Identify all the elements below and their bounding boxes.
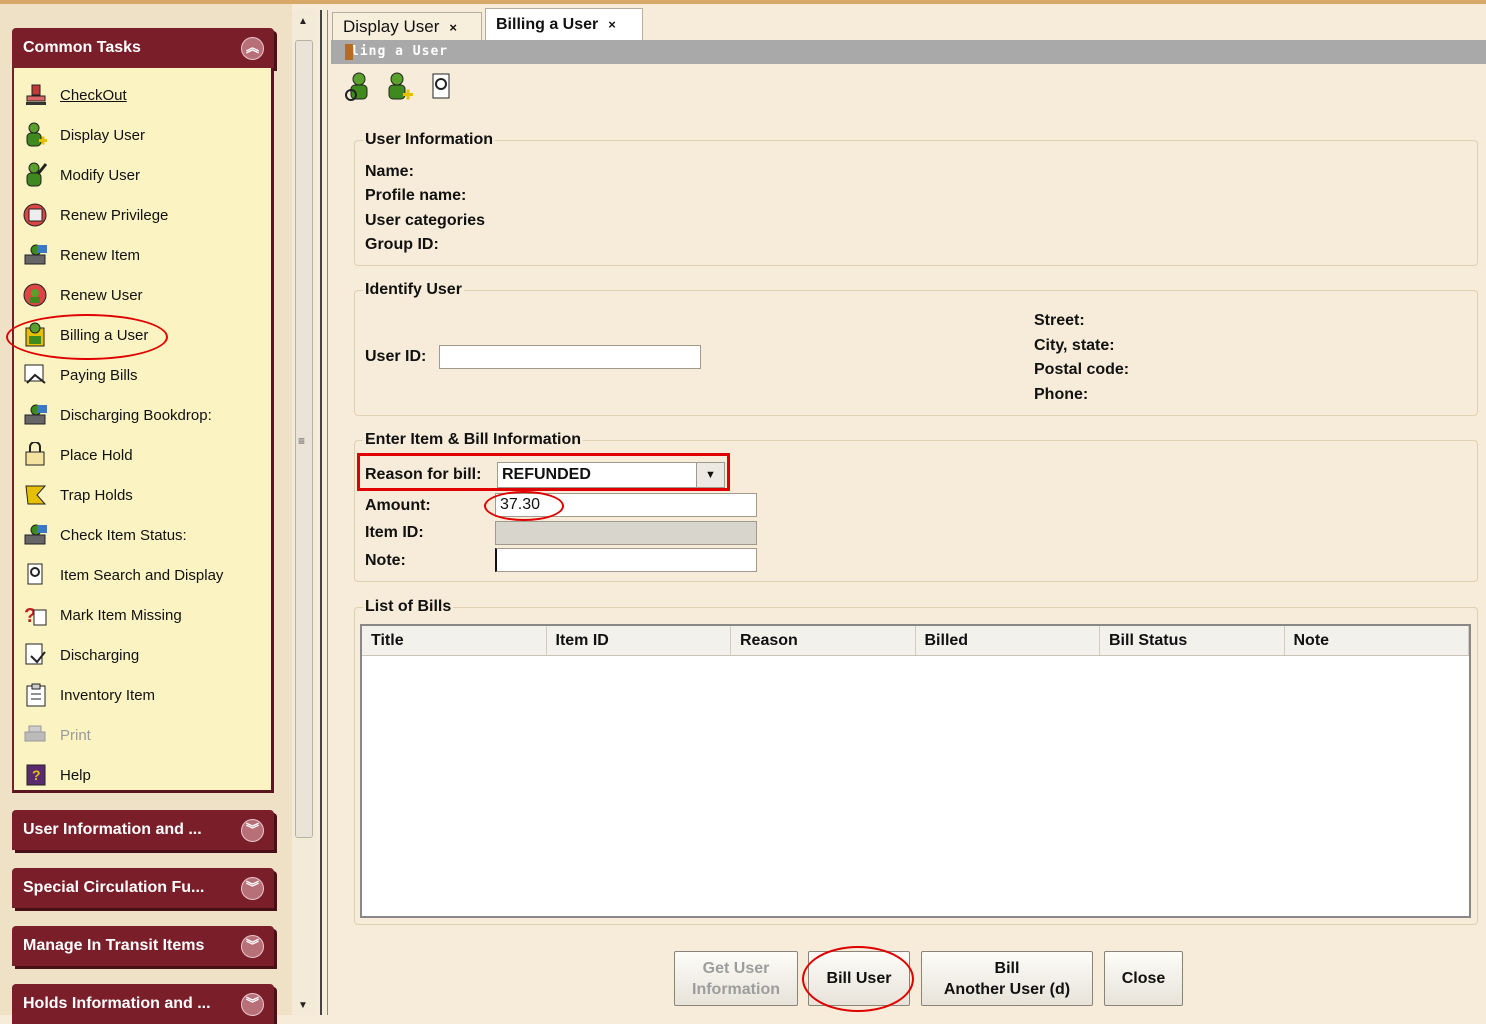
- panel-manage-in-transit[interactable]: Manage In Transit Items ︾: [12, 926, 274, 966]
- get-user-information-button[interactable]: Get User Information: [674, 951, 798, 1006]
- common-tasks-header[interactable]: Common Tasks ︽: [12, 28, 274, 68]
- inventory-icon: [22, 682, 50, 708]
- panel-user-information[interactable]: User Information and ... ︾: [12, 810, 274, 850]
- column-header-note[interactable]: Note: [1285, 626, 1469, 655]
- renew-privilege-icon: [22, 202, 50, 228]
- user-id-input[interactable]: [439, 345, 701, 369]
- window-marker-icon: [345, 44, 353, 60]
- common-tasks-list: CheckOut Display User Modify User Renew …: [12, 68, 274, 793]
- panel-special-circulation[interactable]: Special Circulation Fu... ︾: [12, 868, 274, 908]
- task-discharging-bookdrop[interactable]: Discharging Bookdrop:: [22, 400, 212, 430]
- task-trap-holds[interactable]: Trap Holds: [22, 480, 133, 510]
- bookdrop-icon: [22, 402, 50, 428]
- task-renew-item[interactable]: Renew Item: [22, 240, 140, 270]
- task-renew-user[interactable]: Renew User: [22, 280, 143, 310]
- item-search-icon[interactable]: [426, 70, 458, 104]
- user-plus-icon: [22, 122, 50, 148]
- task-mark-item-missing[interactable]: ? Mark Item Missing: [22, 600, 182, 630]
- scroll-up-arrow-icon[interactable]: ▲: [298, 16, 308, 27]
- window-titlebar: ling a User: [331, 40, 1486, 64]
- chevron-up-icon[interactable]: ︽: [241, 37, 264, 60]
- column-header-item-id[interactable]: Item ID: [547, 626, 731, 655]
- printer-icon: [22, 722, 50, 748]
- user-information-group: User Information Name: Profile name: Use…: [354, 131, 1478, 266]
- task-check-item-status[interactable]: Check Item Status:: [22, 520, 187, 550]
- renew-user-icon: [22, 282, 50, 308]
- chevron-down-icon[interactable]: ︾: [241, 935, 264, 958]
- task-paying-bills[interactable]: Paying Bills: [22, 360, 138, 390]
- bill-another-user-button[interactable]: Bill Another User (d): [921, 951, 1093, 1006]
- toolbar: [342, 70, 458, 104]
- item-status-icon: [22, 522, 50, 548]
- bills-table: Title Item ID Reason Billed Bill Status …: [360, 624, 1471, 918]
- task-discharging[interactable]: Discharging: [22, 640, 139, 670]
- task-inventory-item[interactable]: Inventory Item: [22, 680, 155, 710]
- task-help[interactable]: ? Help: [22, 760, 91, 790]
- scroll-down-arrow-icon[interactable]: ▼: [298, 1000, 308, 1011]
- close-icon[interactable]: ×: [608, 17, 616, 32]
- panel-holds-information[interactable]: Holds Information and ... ︾: [12, 984, 274, 1024]
- sidebar-scrollbar[interactable]: ▲ ≡ ▼: [292, 10, 316, 1015]
- billing-icon: [22, 322, 50, 348]
- tab-billing-a-user[interactable]: Billing a User ×: [485, 8, 643, 40]
- item-id-input[interactable]: [495, 521, 757, 545]
- task-modify-user[interactable]: Modify User: [22, 160, 140, 190]
- tab-display-user[interactable]: Display User ×: [332, 12, 482, 40]
- reason-for-bill-select[interactable]: REFUNDED ▼: [497, 462, 725, 488]
- task-checkout[interactable]: CheckOut: [22, 80, 127, 110]
- place-hold-icon: [22, 442, 50, 468]
- task-place-hold[interactable]: Place Hold: [22, 440, 133, 470]
- column-header-reason[interactable]: Reason: [731, 626, 916, 655]
- task-display-user[interactable]: Display User: [22, 120, 145, 150]
- common-tasks-title: Common Tasks: [23, 39, 141, 56]
- stamp-icon: [22, 82, 50, 108]
- task-renew-privilege[interactable]: Renew Privilege: [22, 200, 168, 230]
- close-button[interactable]: Close: [1104, 951, 1183, 1006]
- item-search-icon: [22, 562, 50, 588]
- renew-item-icon: [22, 242, 50, 268]
- close-icon[interactable]: ×: [449, 20, 457, 35]
- grip-icon: ≡: [298, 434, 306, 448]
- task-print[interactable]: Print: [22, 720, 91, 750]
- chevron-down-icon[interactable]: ︾: [241, 877, 264, 900]
- user-edit-icon: [22, 162, 50, 188]
- column-header-billed[interactable]: Billed: [916, 626, 1100, 655]
- amount-input[interactable]: 37.30: [495, 493, 757, 517]
- note-input[interactable]: [495, 548, 757, 572]
- user-lookup-icon[interactable]: [342, 70, 374, 104]
- chevron-down-icon[interactable]: ︾: [241, 993, 264, 1016]
- column-header-bill-status[interactable]: Bill Status: [1100, 626, 1285, 655]
- task-item-search-display[interactable]: Item Search and Display: [22, 560, 223, 590]
- user-add-icon[interactable]: [384, 70, 416, 104]
- svg-text:?: ?: [32, 767, 41, 783]
- paying-bills-icon: [22, 362, 50, 388]
- trap-holds-icon: [22, 482, 50, 508]
- column-header-title[interactable]: Title: [362, 626, 547, 655]
- bill-user-button[interactable]: Bill User: [808, 951, 910, 1006]
- sidebar: Common Tasks ︽ CheckOut Display User Mod…: [0, 4, 292, 1024]
- item-missing-icon: ?: [22, 602, 50, 628]
- dropdown-arrow-icon[interactable]: ▼: [696, 463, 724, 487]
- task-billing-a-user[interactable]: Billing a User: [22, 320, 148, 350]
- chevron-down-icon[interactable]: ︾: [241, 819, 264, 842]
- discharging-icon: [22, 642, 50, 668]
- help-icon: ?: [22, 762, 50, 788]
- pane-divider[interactable]: [320, 10, 328, 1015]
- bills-table-header: Title Item ID Reason Billed Bill Status …: [362, 626, 1469, 656]
